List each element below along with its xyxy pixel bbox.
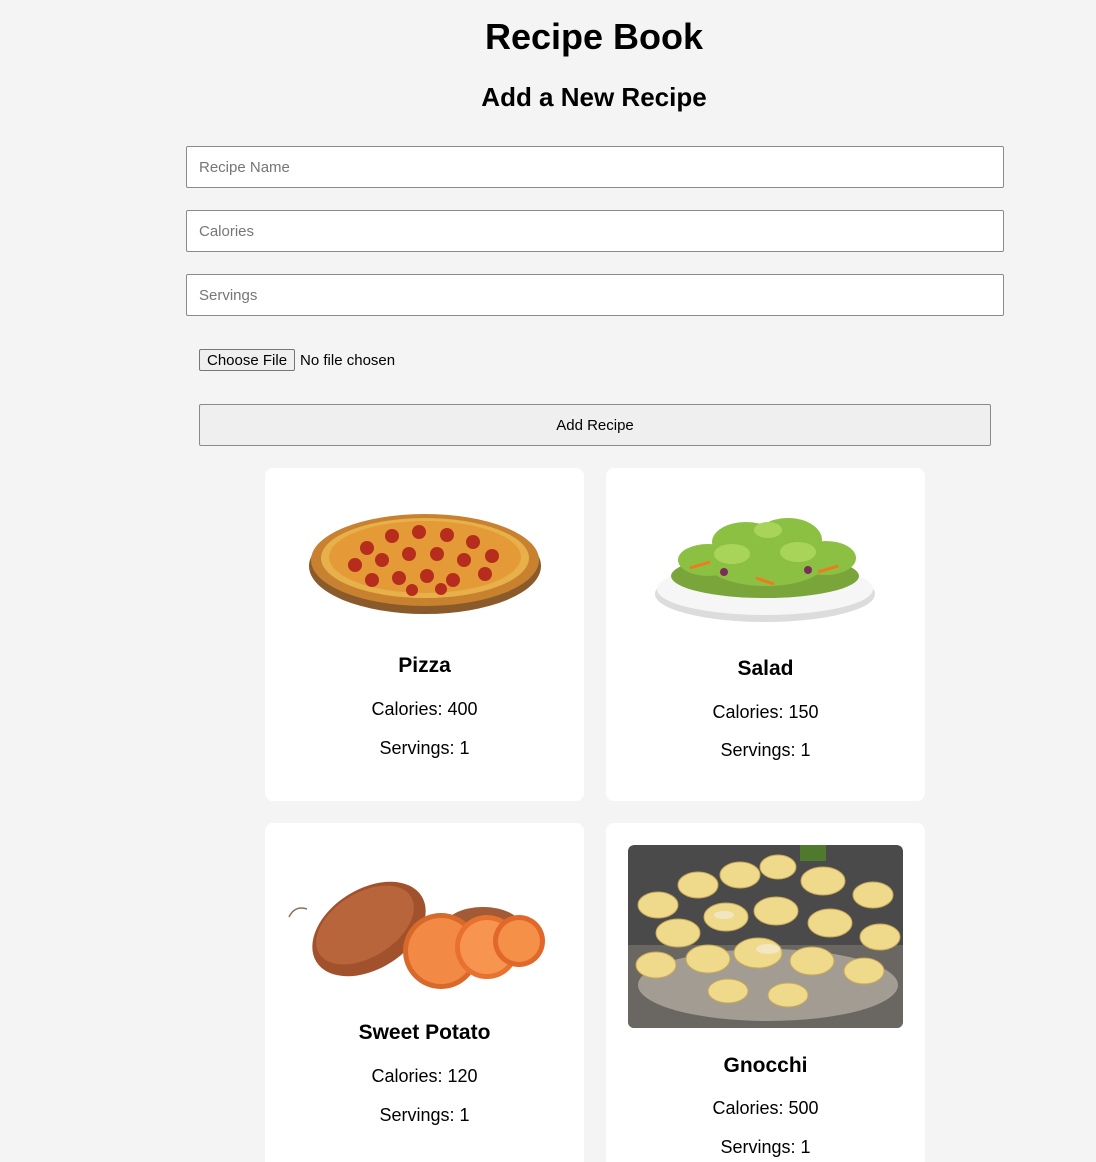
recipe-name: Salad [737, 657, 794, 680]
recipe-card-salad: Salad Calories: 150 Servings: 1 [606, 468, 925, 801]
gnocchi-image [628, 845, 903, 1028]
recipe-calories: Calories: 500 [712, 1098, 819, 1118]
sweet-potato-image [288, 881, 545, 989]
recipe-card-pizza: Pizza Calories: 400 Servings: 1 [265, 468, 584, 801]
choose-file-button[interactable]: Choose File [199, 349, 296, 371]
pizza-image [309, 514, 541, 614]
form-heading: Add a New Recipe [481, 82, 707, 112]
recipe-name: Pizza [398, 654, 451, 677]
page-title: Recipe Book [484, 16, 704, 57]
file-picker: Choose File No file chosen [199, 349, 395, 371]
recipe-card-gnocchi: Gnocchi Calories: 500 Servings: 1 [606, 823, 925, 1162]
recipe-calories: Calories: 400 [371, 699, 478, 719]
recipe-name-input[interactable] [186, 146, 1004, 188]
salad-image [655, 518, 875, 622]
add-recipe-button[interactable]: Add Recipe [199, 404, 991, 446]
file-status: No file chosen [300, 351, 396, 369]
recipe-servings: Servings: 1 [379, 738, 470, 758]
recipe-servings: Servings: 1 [379, 1105, 470, 1125]
recipe-calories: Calories: 150 [712, 702, 819, 722]
servings-input[interactable] [186, 274, 1004, 316]
recipe-card-sweet-potato: Sweet Potato Calories: 120 Servings: 1 [265, 823, 584, 1162]
recipe-name: Gnocchi [723, 1054, 808, 1077]
recipe-calories: Calories: 120 [371, 1066, 478, 1086]
recipe-name: Sweet Potato [358, 1021, 491, 1044]
calories-input[interactable] [186, 210, 1004, 252]
recipe-book-page: Recipe Book Add a New Recipe Choose File… [0, 0, 1096, 1162]
recipe-servings: Servings: 1 [720, 740, 811, 760]
recipe-servings: Servings: 1 [720, 1137, 811, 1157]
